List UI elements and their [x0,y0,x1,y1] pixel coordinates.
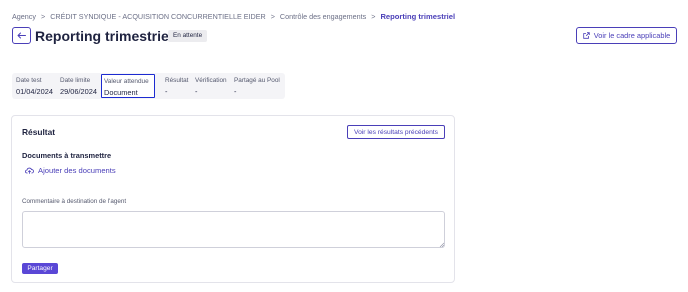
info-value: 29/06/2024 [60,87,97,96]
add-documents-button[interactable]: Ajouter des documents [25,165,116,176]
share-button[interactable]: Partager [22,263,58,274]
breadcrumb-item-agency[interactable]: Agency [12,12,36,21]
breadcrumb-separator: > [270,11,275,21]
documents-title: Documents à transmettre [22,151,112,160]
view-framework-label: Voir le cadre applicable [593,31,671,40]
info-verification: Vérification - [191,73,231,99]
info-valeur-attendue[interactable]: Valeur attendue Document [101,74,155,98]
info-label: Date test [16,77,42,84]
breadcrumb-separator: > [40,11,46,21]
back-button[interactable] [12,27,31,44]
info-strip: Date test 01/04/2024 Date limite 29/06/2… [12,73,285,99]
info-label: Valeur attendue [104,78,149,85]
info-value: - [165,87,168,96]
status-badge: En attente [168,30,208,42]
info-label: Vérification [195,77,227,84]
breadcrumb-separator: > [371,11,376,21]
info-resultat: Résultat - [161,73,191,99]
resize-grip-icon[interactable] [439,242,444,247]
info-value: 01/04/2024 [16,87,53,96]
add-documents-label: Ajouter des documents [38,166,116,175]
info-label: Date limite [60,77,91,84]
external-link-icon [583,32,590,39]
comment-label: Commentaire à destination de l'agent [22,198,127,205]
info-date-limite: Date limite 29/06/2024 [56,73,102,99]
info-label: Résultat [165,77,189,84]
breadcrumb-item-deal[interactable]: CRÉDIT SYNDIQUE - ACQUISITION CONCURRENT… [50,12,266,21]
info-label: Partagé au Pool [234,77,280,84]
arrow-left-icon [17,32,26,39]
result-card: Résultat Voir les résultats précédents D… [11,115,455,283]
info-date-test: Date test 01/04/2024 [12,73,57,99]
page-title: Reporting trimestriel [35,28,173,44]
breadcrumb-item-controle[interactable]: Contrôle des engagements [280,12,366,21]
comment-textarea[interactable] [22,211,445,248]
info-partage-pool: Partagé au Pool - [230,73,285,99]
info-value: - [234,87,237,96]
breadcrumb: Agency > CRÉDIT SYNDIQUE - ACQUISITION C… [12,10,455,22]
info-value: - [195,87,198,96]
breadcrumb-current: Reporting trimestriel [380,11,456,21]
result-card-title: Résultat [22,127,56,137]
info-value: Document [104,88,138,97]
view-framework-button[interactable]: Voir le cadre applicable [576,27,677,44]
previous-results-button[interactable]: Voir les résultats précédents [347,125,445,139]
cloud-upload-icon [25,167,34,174]
